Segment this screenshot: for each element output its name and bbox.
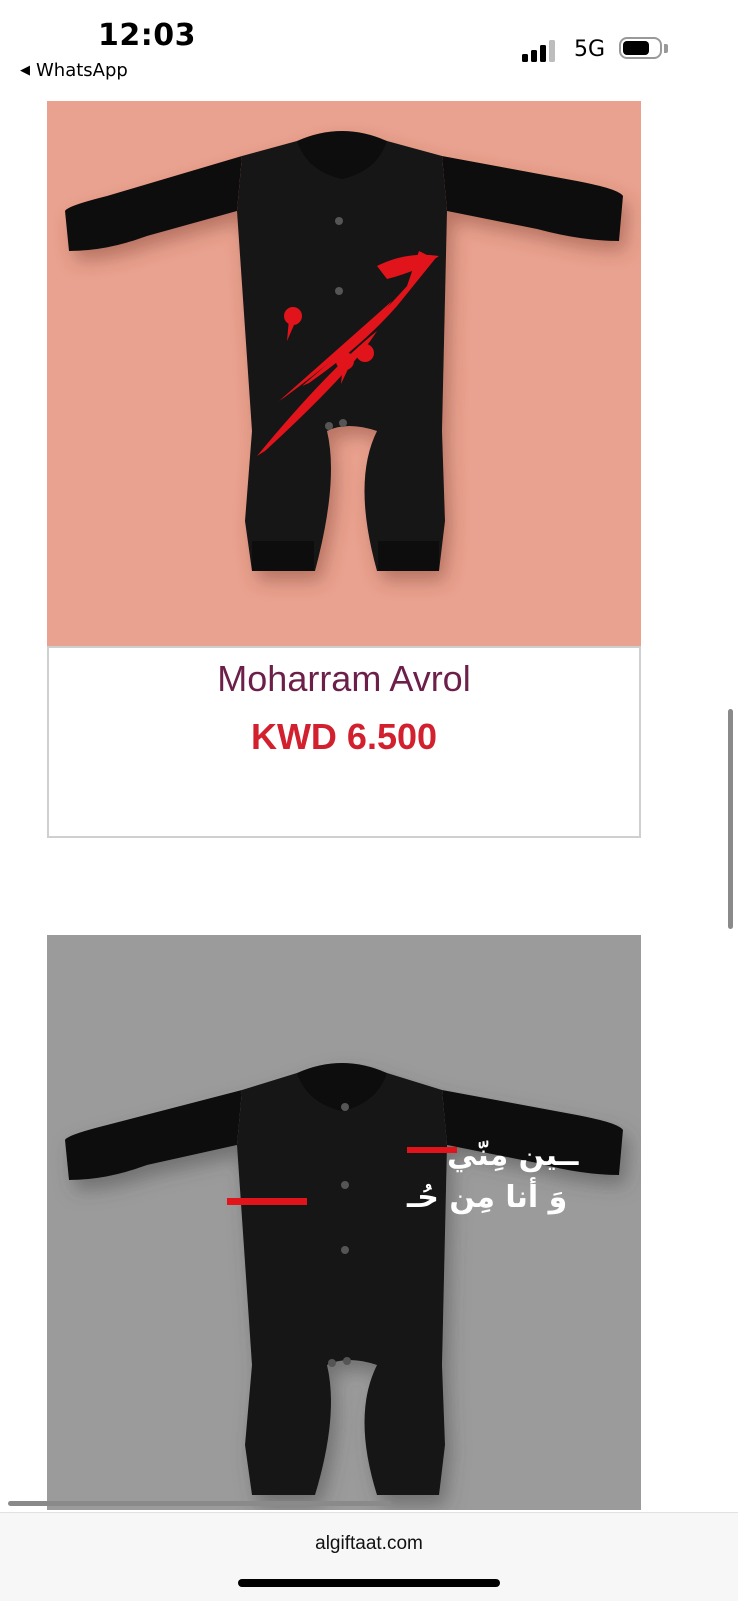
back-to-app-link[interactable]: ◀ WhatsApp xyxy=(20,60,128,81)
product-image[interactable] xyxy=(47,101,641,646)
back-app-label: WhatsApp xyxy=(36,60,128,81)
print-text-line2: وَ أنا مِن حُـ xyxy=(406,1177,567,1215)
vertical-scrollbar[interactable] xyxy=(728,709,733,929)
back-caret-icon: ◀ xyxy=(20,63,30,78)
network-type: 5G xyxy=(574,37,606,62)
print-text-line1: ــين مِنّي xyxy=(447,1138,579,1173)
product-image[interactable]: ــين مِنّي وَ أنا مِن حُـ xyxy=(47,935,641,1510)
browser-address-bar[interactable]: algiftaat.com xyxy=(0,1512,738,1601)
status-time: 12:03 xyxy=(98,18,196,53)
romper-illustration: ــين مِنّي وَ أنا مِن حُـ xyxy=(65,1063,623,1495)
url-text[interactable]: algiftaat.com xyxy=(0,1533,738,1555)
product-name[interactable]: Moharram Avrol xyxy=(49,658,639,700)
product-info: Moharram Avrol KWD 6.500 xyxy=(47,646,641,838)
romper-illustration xyxy=(65,131,623,571)
horizontal-scrollbar[interactable] xyxy=(8,1501,391,1506)
cellular-signal-icon xyxy=(522,40,562,62)
home-indicator[interactable] xyxy=(238,1579,500,1587)
status-bar: 12:03 ◀ WhatsApp 5G xyxy=(0,0,738,95)
product-card[interactable]: Moharram Avrol KWD 6.500 xyxy=(47,101,641,838)
battery-icon xyxy=(619,37,669,61)
product-price: KWD 6.500 xyxy=(250,716,438,757)
